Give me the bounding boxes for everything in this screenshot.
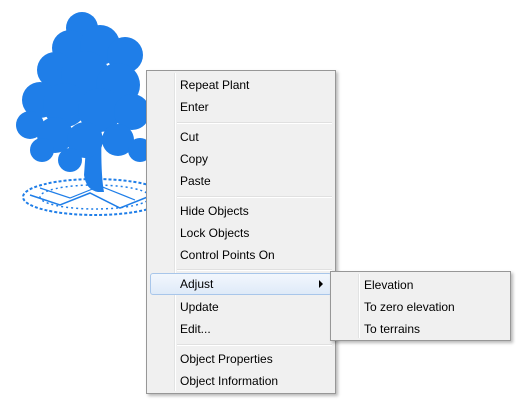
menu-item-label: To terrains <box>364 322 421 336</box>
menu-item-label: Update <box>180 300 219 314</box>
submenu-item-to-terrains[interactable]: To terrains <box>334 318 507 340</box>
menu-item-cut[interactable]: Cut <box>150 126 332 148</box>
menu-item-label: Object Information <box>180 374 279 388</box>
menu-separator <box>177 344 332 346</box>
menu-item-label: To zero elevation <box>364 300 455 314</box>
menu-item-label: Cut <box>180 130 199 144</box>
menu-item-label: Edit... <box>180 322 211 336</box>
menu-item-label: Elevation <box>364 278 414 292</box>
menu-item-hide-objects[interactable]: Hide Objects <box>150 200 332 222</box>
submenu-item-to-zero-elevation[interactable]: To zero elevation <box>334 296 507 318</box>
menu-item-label: Hide Objects <box>180 204 249 218</box>
menu-item-control-points-on[interactable]: Control Points On <box>150 244 332 266</box>
menu-item-update[interactable]: Update <box>150 296 332 318</box>
menu-item-label: Control Points On <box>180 248 275 262</box>
menu-item-label: Paste <box>180 174 211 188</box>
menu-separator <box>177 196 332 198</box>
menu-separator <box>177 269 332 271</box>
menu-item-repeat-plant[interactable]: Repeat Plant <box>150 74 332 96</box>
menu-item-edit[interactable]: Edit... <box>150 318 332 340</box>
menu-item-object-properties[interactable]: Object Properties <box>150 348 332 370</box>
context-menu: Repeat Plant Enter Cut Copy Paste Hide O… <box>146 70 336 394</box>
chevron-right-icon <box>319 280 323 288</box>
menu-item-label: Adjust <box>180 277 214 291</box>
menu-item-paste[interactable]: Paste <box>150 170 332 192</box>
menu-item-lock-objects[interactable]: Lock Objects <box>150 222 332 244</box>
menu-item-object-information[interactable]: Object Information <box>150 370 332 392</box>
menu-item-copy[interactable]: Copy <box>150 148 332 170</box>
menu-item-label: Repeat Plant <box>180 78 250 92</box>
menu-item-enter[interactable]: Enter <box>150 96 332 118</box>
menu-item-label: Lock Objects <box>180 226 250 240</box>
menu-separator <box>177 122 332 124</box>
menu-item-adjust[interactable]: Adjust <box>150 273 332 295</box>
menu-item-label: Object Properties <box>180 352 273 366</box>
menu-item-label: Enter <box>180 100 209 114</box>
adjust-submenu: Elevation To zero elevation To terrains <box>330 271 511 341</box>
menu-item-label: Copy <box>180 152 209 166</box>
submenu-item-elevation[interactable]: Elevation <box>334 274 507 296</box>
canvas-area[interactable]: Repeat Plant Enter Cut Copy Paste Hide O… <box>0 0 516 400</box>
